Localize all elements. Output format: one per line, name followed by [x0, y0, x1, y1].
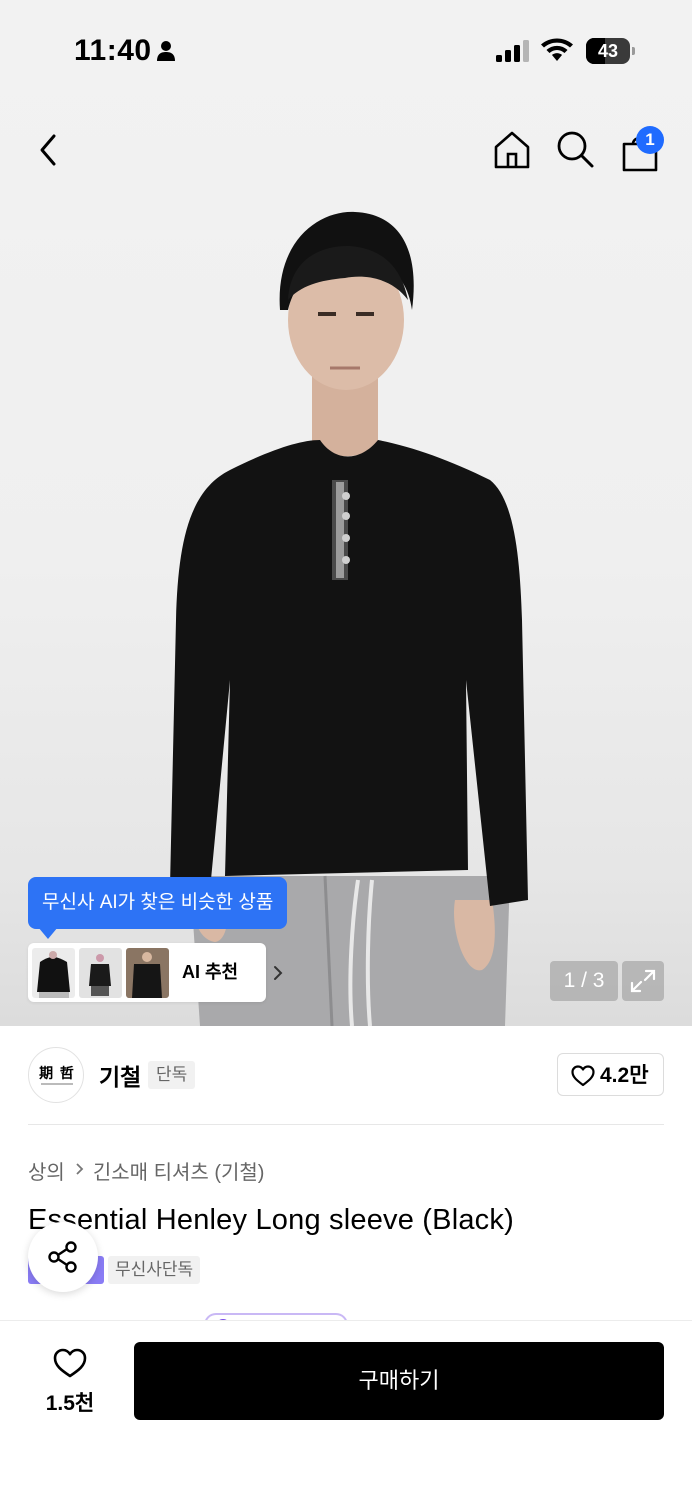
battery-indicator: 43	[586, 38, 636, 64]
wishlist-button[interactable]: 1.5천	[30, 1345, 110, 1421]
product-title: Essential Henley Long sleeve (Black)	[28, 1204, 514, 1236]
breadcrumb-subcategory[interactable]: 긴소매 티셔츠 (기철)	[93, 1156, 265, 1185]
brand-like-count: 4.2만	[600, 1064, 649, 1087]
ai-recommend-thumbnail[interactable]	[126, 948, 169, 998]
chevron-right-icon	[274, 966, 283, 980]
share-icon	[48, 1241, 77, 1273]
bottom-action-bar: 1.5천 구매하기	[0, 1320, 692, 1500]
ai-recommend-card[interactable]: AI 추천	[28, 943, 283, 1002]
battery-level: 43	[597, 41, 619, 61]
status-bar: 11:40 43	[0, 0, 692, 100]
brand-like-button[interactable]: 4.2만	[557, 1053, 664, 1096]
status-time: 11:40	[74, 34, 152, 67]
ai-recommend-label[interactable]: AI 추천	[182, 943, 238, 1002]
wishlist-count: 1.5천	[45, 1392, 95, 1415]
brand-name[interactable]: 기철	[99, 1058, 141, 1092]
ai-recommend-thumbnail[interactable]	[79, 948, 122, 998]
musinsa-exclusive-tag: 무신사단독	[108, 1256, 201, 1284]
exclusive-tag: 단독	[148, 1061, 196, 1089]
cellular-signal-icon	[496, 40, 529, 62]
heart-icon	[571, 1065, 595, 1087]
tooltip-arrow	[38, 927, 58, 939]
wifi-icon	[541, 38, 573, 61]
expand-image-button[interactable]	[622, 961, 664, 1001]
ai-recommend-tooltip: 무신사 AI가 찾은 비슷한 상품	[28, 877, 288, 929]
search-icon[interactable]	[554, 128, 596, 170]
chevron-left-icon[interactable]	[32, 130, 66, 170]
breadcrumb-category[interactable]: 상의	[28, 1156, 65, 1185]
person-icon	[157, 41, 175, 61]
product-image-gallery[interactable]: 11:40 43 1 무신사 AI가 찾은 비슷한 상품 AI 추천 1 / 3	[0, 0, 692, 1026]
ai-recommend-thumbnail[interactable]	[32, 948, 75, 998]
divider	[28, 1124, 664, 1125]
home-icon[interactable]	[490, 128, 534, 172]
buy-button[interactable]: 구매하기	[134, 1342, 664, 1420]
cart-count-badge: 1	[636, 126, 664, 154]
image-page-indicator: 1 / 3	[550, 961, 618, 1001]
share-button[interactable]	[28, 1222, 98, 1292]
breadcrumb: 상의 긴소매 티셔츠 (기철)	[28, 1156, 264, 1185]
heart-icon	[53, 1348, 87, 1378]
brand-logo-text: 期 哲	[39, 1066, 75, 1082]
brand-logo[interactable]: 期 哲	[28, 1047, 84, 1103]
chevron-right-icon	[76, 1163, 84, 1175]
expand-icon	[630, 969, 656, 993]
